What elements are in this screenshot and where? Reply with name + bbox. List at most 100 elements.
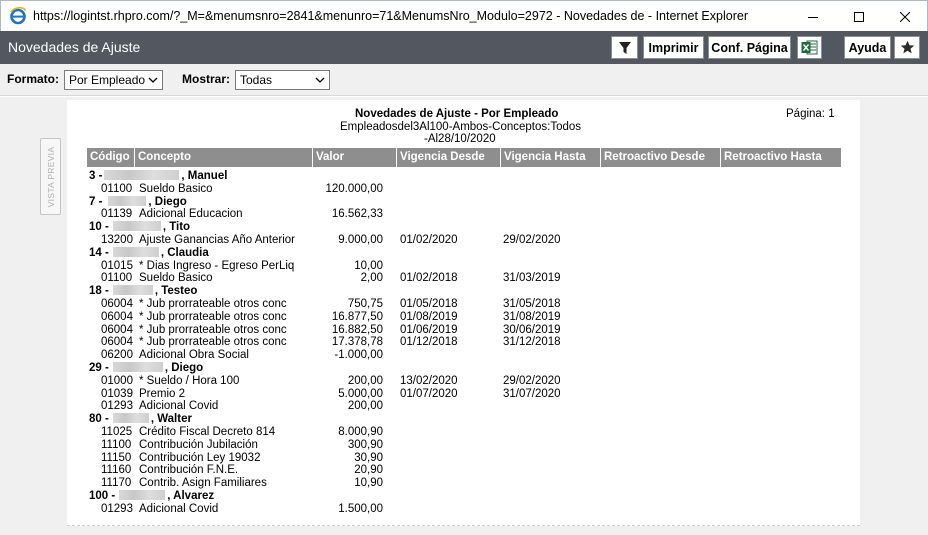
concepto-cell: * Sueldo / Hora 100 [139,374,240,387]
filter-bar: Formato: Por Empleado Mostrar: Todas [0,64,928,96]
col-concepto: Concepto [135,148,313,167]
concepto-cell: Crédito Fiscal Decreto 814 [139,426,276,438]
maximize-button[interactable] [836,1,882,32]
employee-number: 100 - [89,490,116,502]
table-row: 06004 * Jub prorrateable otros conc 750,75… [0,298,928,311]
employee-name: , Walter [150,413,192,426]
redacted-name [112,221,161,232]
concepto-cell: Ajuste Ganancias Año Anterior [139,234,295,246]
concepto-cell: Contribución F.N.E. [139,464,239,477]
employee-header: 7 - , Diego [89,195,187,209]
valor-cell: 5.000,00 [338,387,383,400]
valor-cell: 20,90 [354,464,383,477]
table-row: 11170 Contrib. Asign Familiares 10,90 [0,477,928,490]
redacted-name [112,362,163,372]
codigo-cell: 11160 [101,464,132,477]
col-retroactivo-desde: Retroactivo Desde [601,148,721,167]
help-button[interactable]: Ayuda [844,36,891,59]
report-subtitle-date: -Al28/10/2020 [424,133,496,145]
concepto-cell: Adicional Obra Social [139,349,249,362]
employee-header: 14 - , Claudia [89,246,209,260]
employee-name: , Diego [148,195,187,208]
table-row: 06004 * Jub prorrateable otros conc 17.378… [0,336,928,349]
redacted-name [119,490,166,500]
codigo-cell: 01000 [101,374,133,387]
redacted-name [112,246,159,257]
close-button[interactable] [882,1,928,32]
codigo-cell: 01015 [101,259,133,272]
filter-icon [618,41,631,54]
chevron-down-icon [148,77,158,83]
page-setup-button[interactable]: Conf. Página [708,36,791,59]
table-row: 11100 Contribución Jubilación 300,90 [0,439,928,452]
table-row: 01293 Adicional Covid 200,00 [0,400,928,413]
col-codigo: Código [87,148,135,167]
concepto-cell: Contrib. Asign Familiares [139,477,267,490]
concepto-cell: Adicional Covid [139,502,219,515]
col-valor: Valor [313,148,397,167]
employee-name: , Testeo [154,285,198,298]
employee-number: 10 - [89,221,109,234]
page-number: Página: 1 [786,108,835,120]
table-row: 01100 Sueldo Basico 2,00 01/02/2018 31/03/20… [0,272,928,285]
internet-explorer-icon [10,7,26,25]
chevron-down-icon [315,77,325,83]
table-row: 06004 * Jub prorrateable otros conc 16.877… [0,311,928,324]
table-row: 01000 * Sueldo / Hora 100 200,00 13/02/2020… [0,375,928,388]
concepto-cell: Sueldo Basico [139,182,213,195]
concepto-cell: Contribución Ley 19032 [139,451,261,464]
minimize-button[interactable] [790,1,836,32]
vista-previa-label: VISTA PREVIA [45,146,56,207]
valor-cell: 2,00 [360,272,383,285]
mostrar-value: Todas [240,73,273,87]
export-excel-button[interactable] [797,36,822,59]
formato-select[interactable]: Por Empleado [64,70,163,90]
table-row: 01139 Adicional Educacion 16.562,33 [0,208,928,221]
valor-cell: 200,00 [347,400,383,413]
codigo-cell: 13200 [101,234,133,246]
concepto-cell: Premio 2 [139,387,186,400]
print-button[interactable]: Imprimir [643,36,704,59]
vigencia-hasta-cell: 29/02/2020 [503,374,561,387]
mostrar-select[interactable]: Todas [235,70,330,90]
table-row: 01100 Sueldo Basico 120.000,00 [0,183,928,196]
vista-previa-tab[interactable]: VISTA PREVIA [40,138,61,215]
table-header: Código Concepto Valor Vigencia Desde Vig… [87,148,841,167]
concepto-cell: Sueldo Basico [139,272,213,285]
employee-header: 100 - , Alvarez [89,490,214,503]
employee-header: 18 - , Testeo [89,285,197,298]
vigencia-hasta-cell: 31/05/2018 [503,298,561,310]
redacted-name [108,195,147,206]
codigo-cell: 11150 [101,451,132,464]
vigencia-desde-cell: 01/06/2019 [400,323,458,336]
vigencia-hasta-cell: 30/06/2019 [503,323,561,336]
concepto-cell: * Jub prorrateable otros conc [139,323,287,336]
favorite-button[interactable] [894,36,920,59]
table-row: 01039 Premio 2 5.000,00 01/07/2020 31/07/202… [0,388,928,401]
window-title: https://logintst.rhpro.com/?_M=&menumsnr… [33,9,748,23]
table-row: 06004 * Jub prorrateable otros conc 16.882… [0,324,928,337]
vigencia-desde-cell: 01/02/2020 [400,234,458,246]
employee-header: 10 - , Tito [89,221,190,234]
codigo-cell: 01139 [101,208,133,221]
employee-header: 29 - , Diego [89,362,203,375]
vigencia-desde-cell: 01/07/2020 [400,387,458,400]
employee-number: 7 - [89,195,103,208]
valor-cell: 30,90 [354,451,383,464]
valor-cell: 16.882,50 [331,323,383,336]
codigo-cell: 11025 [101,426,133,438]
redacted-name [112,413,149,424]
valor-cell: 8.000,90 [338,426,383,438]
codigo-cell: 06004 [101,298,133,310]
valor-cell: -1.000,00 [334,349,383,362]
valor-cell: 16.562,33 [331,208,383,221]
table-row: 13200 Ajuste Ganancias Año Anterior 9.000,… [0,234,928,247]
table-row: 11150 Contribución Ley 19032 30,90 [0,452,928,465]
mostrar-label: Mostrar: [182,72,231,86]
employee-number: 3 - [89,170,103,182]
employee-name: , Claudia [160,246,209,259]
filter-button[interactable] [611,36,638,59]
employee-header: 3 - , Manuel [89,170,227,183]
formato-value: Por Empleado [69,73,146,87]
codigo-cell: 01100 [101,272,133,285]
